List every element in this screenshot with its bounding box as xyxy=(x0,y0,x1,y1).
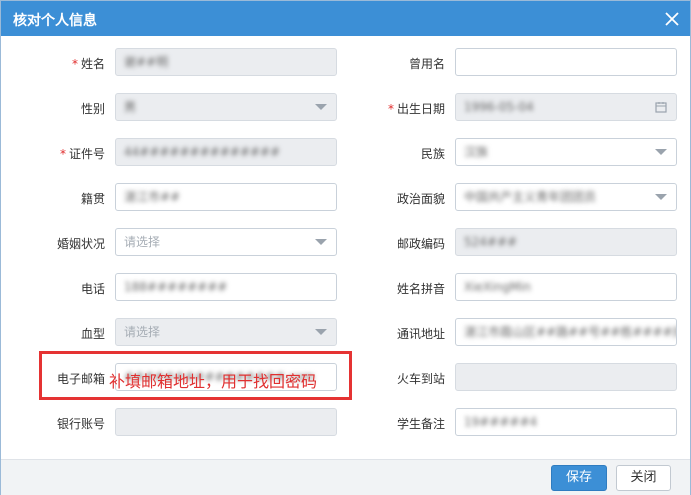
native-label: 籍贯 xyxy=(80,192,105,206)
dialog-titlebar: 核对个人信息 xyxy=(1,1,690,36)
save-button[interactable]: 保存 xyxy=(551,465,607,491)
chevron-down-icon xyxy=(315,104,327,110)
calendar-icon xyxy=(655,102,667,113)
birth-date-field[interactable]: 1996-05-04 xyxy=(455,93,677,121)
marital-select[interactable]: 请选择 xyxy=(115,228,337,256)
bank-label: 银行账号 xyxy=(56,417,105,431)
id-number-field[interactable]: 44############## xyxy=(115,138,337,166)
phone-label: 电话 xyxy=(80,282,105,296)
bank-account-field[interactable] xyxy=(115,408,337,436)
gender-label: 性别 xyxy=(80,102,105,116)
native-place-input[interactable]: 湛江市## xyxy=(115,183,337,211)
blood-type-select[interactable]: 请选择 xyxy=(115,318,337,346)
station-label: 火车到站 xyxy=(396,372,445,386)
name-label: * 姓名 xyxy=(71,57,105,71)
close-icon[interactable] xyxy=(663,10,681,28)
alias-label: 曾用名 xyxy=(408,57,445,71)
pinyin-label: 姓名拼音 xyxy=(396,282,445,296)
id-label: * 证件号 xyxy=(59,147,105,161)
birth-label: * 出生日期 xyxy=(387,102,445,116)
name-field[interactable]: 谢##明 xyxy=(115,48,337,76)
close-button[interactable]: 关闭 xyxy=(616,465,671,491)
postcode-field[interactable]: 524### xyxy=(455,228,677,256)
address-label: 通讯地址 xyxy=(396,327,445,341)
train-station-field[interactable] xyxy=(455,363,677,391)
blood-label: 血型 xyxy=(80,327,105,341)
email-label: 电子邮箱 xyxy=(56,372,105,386)
dialog: 核对个人信息 * 姓名 谢##明 曾用名 性别 男 * 出生日期 1996-05-0… xyxy=(0,0,691,495)
ethnic-select[interactable]: 汉族 xyxy=(455,138,677,166)
pinyin-input[interactable]: XieXingMin xyxy=(455,273,677,301)
alias-input[interactable] xyxy=(455,48,677,76)
chevron-down-icon xyxy=(655,149,667,155)
phone-input[interactable]: 188######## xyxy=(115,273,337,301)
address-input[interactable]: 湛江市霞山区##路##号##栋####房 xyxy=(455,318,677,346)
marital-label: 婚姻状况 xyxy=(56,237,105,251)
chevron-down-icon xyxy=(315,239,327,245)
required-mark: * xyxy=(59,147,66,161)
required-mark: * xyxy=(71,57,78,71)
chevron-down-icon xyxy=(315,329,327,335)
chevron-down-icon xyxy=(655,194,667,200)
annotation-text: 补填邮箱地址，用于找回密码 xyxy=(109,372,318,391)
postcode-label: 邮政编码 xyxy=(396,237,445,251)
student-note-input[interactable]: 19#####4 xyxy=(455,408,677,436)
required-mark: * xyxy=(387,102,394,116)
politics-select[interactable]: 中国共产主义青年团团员 xyxy=(455,183,677,211)
ethnic-label: 民族 xyxy=(420,147,445,161)
politics-label: 政治面貌 xyxy=(396,192,445,206)
note-label: 学生备注 xyxy=(396,417,445,431)
dialog-title: 核对个人信息 xyxy=(13,13,97,29)
gender-select[interactable]: 男 xyxy=(115,93,337,121)
